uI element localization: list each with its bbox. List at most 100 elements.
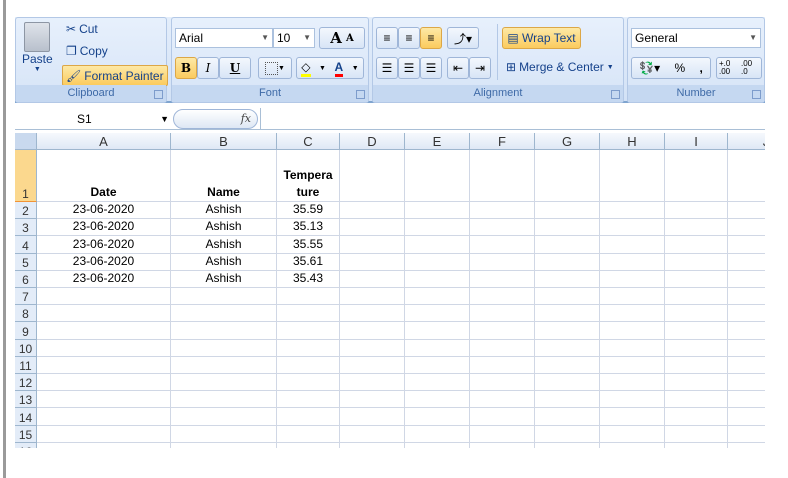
cell-A4[interactable]: 23-06-2020 (37, 236, 171, 254)
cell-I13[interactable] (665, 391, 728, 409)
cell-C6[interactable]: 35.43 (277, 270, 340, 288)
cell-I4[interactable] (665, 236, 728, 254)
cell-I1[interactable] (665, 150, 728, 202)
cell-E2[interactable] (405, 202, 470, 220)
cell-I12[interactable] (665, 374, 728, 392)
cell-H1[interactable] (600, 150, 665, 202)
cell-F1[interactable] (470, 150, 535, 202)
row-header-13[interactable]: 13 (15, 391, 37, 409)
cell-A5[interactable]: 23-06-2020 (37, 253, 171, 271)
cell-G10[interactable] (535, 339, 600, 357)
cell-D11[interactable] (340, 356, 405, 374)
cell-C14[interactable] (277, 408, 340, 426)
shrink-font-button[interactable]: A (346, 33, 354, 44)
cell-J4[interactable] (728, 236, 765, 254)
cell-H3[interactable] (600, 219, 665, 237)
cell-C7[interactable] (277, 288, 340, 306)
bold-button[interactable]: B (175, 57, 197, 79)
select-all-button[interactable] (15, 133, 37, 150)
dialog-launcher-icon[interactable] (356, 90, 365, 99)
cell-F12[interactable] (470, 374, 535, 392)
borders-button[interactable]: ▼ (258, 57, 292, 79)
cell-F16[interactable] (470, 442, 535, 448)
cell-J15[interactable] (728, 426, 765, 443)
cell-D3[interactable] (340, 219, 405, 237)
cell-F15[interactable] (470, 425, 535, 443)
cell-B4[interactable]: Ashish (171, 236, 277, 254)
cell-H9[interactable] (600, 322, 665, 340)
cell-C10[interactable] (277, 339, 340, 357)
cell-E8[interactable] (405, 305, 470, 323)
cell-F6[interactable] (470, 270, 535, 288)
cell-B6[interactable]: Ashish (171, 270, 277, 288)
cell-G2[interactable] (535, 202, 600, 220)
cell-G5[interactable] (535, 253, 600, 271)
cell-H2[interactable] (600, 202, 665, 220)
row-header-12[interactable]: 12 (15, 374, 37, 392)
font-color-icon[interactable]: A (334, 60, 344, 77)
cell-B7[interactable] (171, 288, 277, 306)
cell-I6[interactable] (665, 270, 728, 288)
cell-H10[interactable] (600, 339, 665, 357)
cell-G11[interactable] (535, 356, 600, 374)
cell-F5[interactable] (470, 253, 535, 271)
cell-E3[interactable] (405, 219, 470, 237)
row-header-15[interactable]: 15 (15, 425, 37, 443)
cell-B11[interactable] (171, 356, 277, 374)
cell-C3[interactable]: 35.13 (277, 219, 340, 237)
decrease-indent-button[interactable]: ⇤ (447, 57, 469, 79)
cell-A14[interactable] (37, 408, 171, 426)
cell-C4[interactable]: 35.55 (277, 236, 340, 254)
cell-B8[interactable] (171, 305, 277, 323)
cell-F9[interactable] (470, 322, 535, 340)
cell-J9[interactable] (728, 322, 765, 340)
row-header-3[interactable]: 3 (15, 219, 37, 237)
cell-F7[interactable] (470, 288, 535, 306)
align-right-button[interactable]: ☰ (420, 57, 442, 79)
cell-D10[interactable] (340, 339, 405, 357)
cell-C9[interactable] (277, 322, 340, 340)
cell-D16[interactable] (340, 442, 405, 448)
cell-F10[interactable] (470, 339, 535, 357)
decrease-decimal-button[interactable]: .00 .0 (741, 60, 759, 76)
cell-D8[interactable] (340, 305, 405, 323)
cell-G15[interactable] (535, 425, 600, 443)
copy-button[interactable]: ❐ Copy (66, 44, 108, 58)
orientation-button[interactable]: ⤴▾ (447, 27, 479, 49)
cell-B9[interactable] (171, 322, 277, 340)
row-header-2[interactable]: 2 (15, 202, 37, 220)
cell-G6[interactable] (535, 270, 600, 288)
increase-indent-button[interactable]: ⇥ (469, 57, 491, 79)
cell-J12[interactable] (728, 374, 765, 392)
cell-H15[interactable] (600, 425, 665, 443)
formula-input[interactable] (260, 108, 765, 130)
cell-A8[interactable] (37, 305, 171, 323)
cell-J1[interactable] (728, 150, 765, 202)
cell-C1[interactable]: Tempera ture (277, 150, 340, 202)
name-box[interactable]: S1 ▼ (15, 108, 173, 130)
comma-button[interactable]: , (699, 61, 702, 75)
column-header-B[interactable]: B (171, 133, 277, 150)
cell-C13[interactable] (277, 391, 340, 409)
row-header-8[interactable]: 8 (15, 305, 37, 323)
cell-A16[interactable] (37, 442, 171, 448)
cell-F11[interactable] (470, 356, 535, 374)
cell-H11[interactable] (600, 356, 665, 374)
cell-B5[interactable]: Ashish (171, 253, 277, 271)
cell-I16[interactable] (665, 442, 728, 448)
cell-I9[interactable] (665, 322, 728, 340)
cell-I15[interactable] (665, 425, 728, 443)
cell-A3[interactable]: 23-06-2020 (37, 219, 171, 237)
cell-E5[interactable] (405, 253, 470, 271)
row-header-16[interactable]: 16 (15, 442, 37, 448)
cell-C2[interactable]: 35.59 (277, 202, 340, 220)
dialog-launcher-icon[interactable] (611, 90, 620, 99)
column-header-G[interactable]: G (535, 133, 600, 150)
cell-F13[interactable] (470, 391, 535, 409)
row-header-7[interactable]: 7 (15, 288, 37, 306)
cell-C11[interactable] (277, 356, 340, 374)
align-top-button[interactable]: ≡ (376, 27, 398, 49)
insert-function-button[interactable]: fx (173, 109, 258, 129)
font-name-select[interactable]: Arial ▼ (175, 28, 273, 48)
column-header-E[interactable]: E (405, 133, 470, 150)
